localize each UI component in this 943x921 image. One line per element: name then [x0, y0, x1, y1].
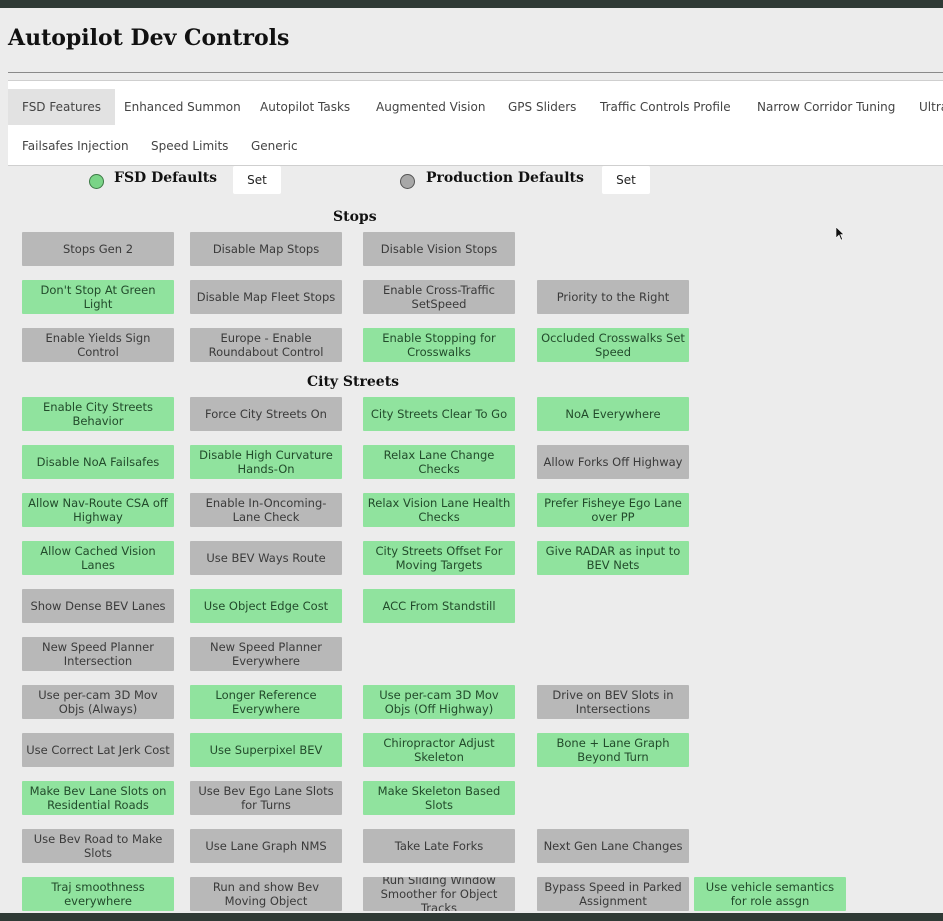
toggle-use-object-edge-cost-button[interactable]: Use Object Edge Cost	[190, 589, 342, 623]
tab-enhanced-summon[interactable]: Enhanced Summon	[110, 89, 255, 125]
toggle-bone-lane-graph-beyond-turn-button[interactable]: Bone + Lane Graph Beyond Turn	[537, 733, 689, 767]
tab-traffic-controls-profile[interactable]: Traffic Controls Profile	[586, 89, 745, 125]
fsd-defaults-label: FSD Defaults	[114, 170, 218, 186]
production-defaults-label: Production Defaults	[426, 170, 584, 186]
toggle-occluded-crosswalks-set-speed-button[interactable]: Occluded Crosswalks Set Speed	[537, 328, 689, 362]
toggle-relax-lane-change-checks-button[interactable]: Relax Lane Change Checks	[363, 445, 515, 479]
fsd-defaults-set-button[interactable]: Set	[233, 166, 281, 194]
tab-narrow-corridor-tuning[interactable]: Narrow Corridor Tuning	[743, 89, 909, 125]
page-title: Autopilot Dev Controls	[8, 25, 290, 51]
tab-autopilot-tasks[interactable]: Autopilot Tasks	[246, 89, 364, 125]
toggle-enable-city-streets-behavior-button[interactable]: Enable City Streets Behavior	[22, 397, 174, 431]
toggle-allow-nav-route-csa-off-highway-button[interactable]: Allow Nav-Route CSA off Highway	[22, 493, 174, 527]
toggle-force-city-streets-on-button[interactable]: Force City Streets On	[190, 397, 342, 431]
toggle-give-radar-as-input-to-bev-nets-button[interactable]: Give RADAR as input to BEV Nets	[537, 541, 689, 575]
tab-generic[interactable]: Generic	[237, 128, 312, 164]
toggle-longer-reference-everywhere-button[interactable]: Longer Reference Everywhere	[190, 685, 342, 719]
tab-ultra[interactable]: Ultra	[905, 89, 943, 125]
toggle-priority-to-the-right-button[interactable]: Priority to the Right	[537, 280, 689, 314]
tab-gps-sliders[interactable]: GPS Sliders	[494, 89, 590, 125]
production-defaults-set-button[interactable]: Set	[602, 166, 650, 194]
toggle-take-late-forks-button[interactable]: Take Late Forks	[363, 829, 515, 863]
toggle-drive-on-bev-slots-in-intersections-button[interactable]: Drive on BEV Slots in Intersections	[537, 685, 689, 719]
toggle-noa-everywhere-button[interactable]: NoA Everywhere	[537, 397, 689, 431]
bottom-frame	[0, 913, 943, 921]
tab-failsafes-injection[interactable]: Failsafes Injection	[8, 128, 143, 164]
toggle-run-sliding-window-smoother-for-object-tracks-button[interactable]: Run Sliding Window Smoother for Object T…	[363, 877, 515, 911]
toggle-new-speed-planner-everywhere-button[interactable]: New Speed Planner Everywhere	[190, 637, 342, 671]
toggle-use-lane-graph-nms-button[interactable]: Use Lane Graph NMS	[190, 829, 342, 863]
toggle-run-and-show-bev-moving-object-button[interactable]: Run and show Bev Moving Object	[190, 877, 342, 911]
toggle-make-skeleton-based-slots-button[interactable]: Make Skeleton Based Slots	[363, 781, 515, 815]
mouse-cursor-icon	[836, 227, 844, 241]
toggle-make-bev-lane-slots-on-residential-roads-button[interactable]: Make Bev Lane Slots on Residential Roads	[22, 781, 174, 815]
toggle-disable-high-curvature-hands-on-button[interactable]: Disable High Curvature Hands-On	[190, 445, 342, 479]
toggle-new-speed-planner-intersection-button[interactable]: New Speed Planner Intersection	[22, 637, 174, 671]
toggle-enable-in-oncoming-lane-check-button[interactable]: Enable In-Oncoming-Lane Check	[190, 493, 342, 527]
toggle-enable-yields-sign-control-button[interactable]: Enable Yields Sign Control	[22, 328, 174, 362]
toggle-enable-stopping-for-crosswalks-button[interactable]: Enable Stopping for Crosswalks	[363, 328, 515, 362]
toggle-use-per-cam-3d-mov-objs-off-highway-button[interactable]: Use per-cam 3D Mov Objs (Off Highway)	[363, 685, 515, 719]
tab-fsd-features[interactable]: FSD Features	[8, 89, 115, 125]
toggle-enable-cross-traffic-setspeed-button[interactable]: Enable Cross-Traffic SetSpeed	[363, 280, 515, 314]
toggle-use-per-cam-3d-mov-objs-always-button[interactable]: Use per-cam 3D Mov Objs (Always)	[22, 685, 174, 719]
tab-bar: FSD Features Enhanced Summon Autopilot T…	[8, 80, 943, 166]
section-title-stops: Stops	[333, 209, 377, 225]
toggle-next-gen-lane-changes-button[interactable]: Next Gen Lane Changes	[537, 829, 689, 863]
production-defaults-radio[interactable]	[400, 174, 415, 189]
section-title-city-streets: City Streets	[307, 374, 400, 390]
toggle-disable-map-stops-button[interactable]: Disable Map Stops	[190, 232, 342, 266]
toggle-prefer-fisheye-ego-lane-over-pp-button[interactable]: Prefer Fisheye Ego Lane over PP	[537, 493, 689, 527]
tab-augmented-vision[interactable]: Augmented Vision	[362, 89, 499, 125]
app-window: Autopilot Dev Controls FSD Features Enha…	[0, 8, 943, 913]
toggle-use-bev-ego-lane-slots-for-turns-button[interactable]: Use Bev Ego Lane Slots for Turns	[190, 781, 342, 815]
toggle-allow-forks-off-highway-button[interactable]: Allow Forks Off Highway	[537, 445, 689, 479]
toggle-disable-vision-stops-button[interactable]: Disable Vision Stops	[363, 232, 515, 266]
toggle-traj-smoothness-everywhere-button[interactable]: Traj smoothness everywhere	[22, 877, 174, 911]
title-divider	[8, 72, 943, 73]
toggle-allow-cached-vision-lanes-button[interactable]: Allow Cached Vision Lanes	[22, 541, 174, 575]
toggle-don-t-stop-at-green-light-button[interactable]: Don't Stop At Green Light	[22, 280, 174, 314]
toggle-city-streets-clear-to-go-button[interactable]: City Streets Clear To Go	[363, 397, 515, 431]
toggle-chiropractor-adjust-skeleton-button[interactable]: Chiropractor Adjust Skeleton	[363, 733, 515, 767]
toggle-use-correct-lat-jerk-cost-button[interactable]: Use Correct Lat Jerk Cost	[22, 733, 174, 767]
toggle-relax-vision-lane-health-checks-button[interactable]: Relax Vision Lane Health Checks	[363, 493, 515, 527]
toggle-use-superpixel-bev-button[interactable]: Use Superpixel BEV	[190, 733, 342, 767]
toggle-acc-from-standstill-button[interactable]: ACC From Standstill	[363, 589, 515, 623]
toggle-use-bev-road-to-make-slots-button[interactable]: Use Bev Road to Make Slots	[22, 829, 174, 863]
tab-speed-limits[interactable]: Speed Limits	[137, 128, 242, 164]
toggle-europe-enable-roundabout-control-button[interactable]: Europe - Enable Roundabout Control	[190, 328, 342, 362]
toggle-show-dense-bev-lanes-button[interactable]: Show Dense BEV Lanes	[22, 589, 174, 623]
toggle-bypass-speed-in-parked-assignment-button[interactable]: Bypass Speed in Parked Assignment	[537, 877, 689, 911]
toggle-city-streets-offset-for-moving-targets-button[interactable]: City Streets Offset For Moving Targets	[363, 541, 515, 575]
toggle-use-vehicle-semantics-for-role-assgn-button[interactable]: Use vehicle semantics for role assgn	[694, 877, 846, 911]
toggle-use-bev-ways-route-button[interactable]: Use BEV Ways Route	[190, 541, 342, 575]
toggle-disable-noa-failsafes-button[interactable]: Disable NoA Failsafes	[22, 445, 174, 479]
toggle-disable-map-fleet-stops-button[interactable]: Disable Map Fleet Stops	[190, 280, 342, 314]
fsd-defaults-radio[interactable]	[89, 174, 104, 189]
toggle-stops-gen-2-button[interactable]: Stops Gen 2	[22, 232, 174, 266]
